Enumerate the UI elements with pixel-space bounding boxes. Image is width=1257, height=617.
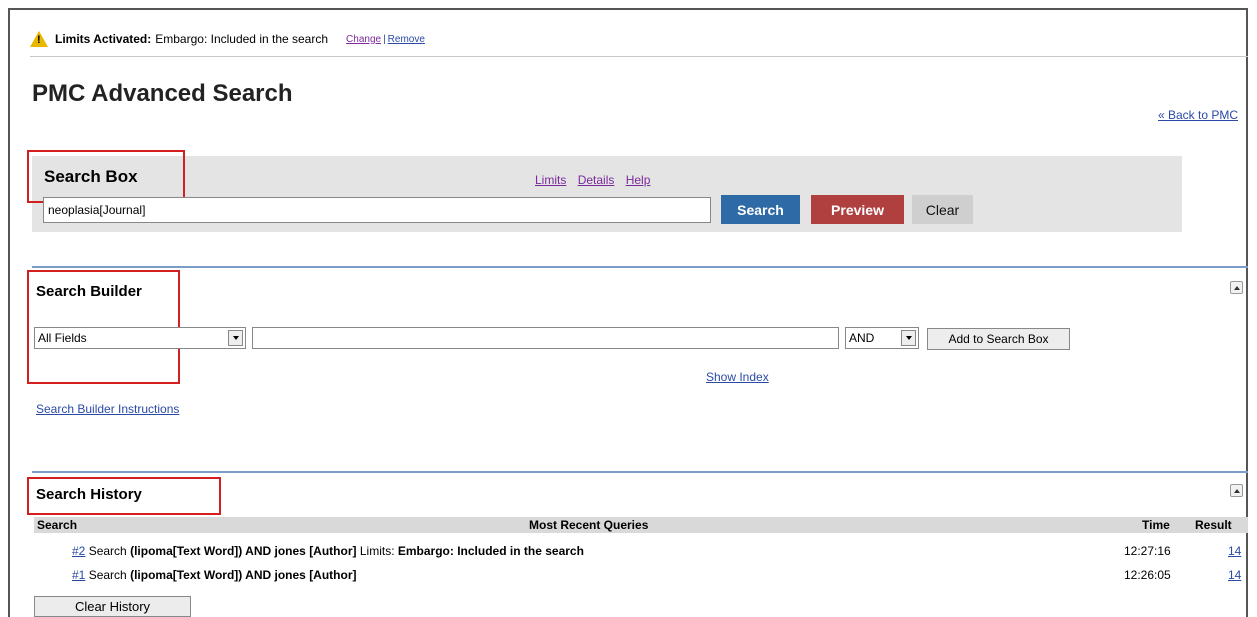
history-result-link[interactable]: 14 (1228, 544, 1241, 558)
history-query: (lipoma[Text Word]) AND jones [Author] (130, 544, 357, 558)
history-id-link[interactable]: #2 (72, 544, 85, 558)
col-most-recent-queries: Most Recent Queries (529, 518, 649, 532)
field-select[interactable]: All Fields (34, 327, 246, 349)
operator-select[interactable]: AND (845, 327, 919, 349)
history-prefix: Search (88, 544, 127, 558)
history-table-header: Search Most Recent Queries Time Result (34, 517, 1248, 533)
search-builder-divider (32, 266, 1248, 268)
limits-text: Embargo: Included in the search (155, 32, 329, 46)
col-search: Search (37, 518, 78, 532)
preview-button[interactable]: Preview (811, 195, 904, 224)
details-link[interactable]: Details (578, 173, 615, 187)
search-history-highlight (27, 477, 221, 515)
search-builder-instructions-link[interactable]: Search Builder Instructions (36, 402, 179, 416)
table-row: #2 Search (lipoma[Text Word]) AND jones … (72, 544, 584, 558)
chevron-down-icon (901, 330, 916, 346)
search-button[interactable]: Search (721, 195, 800, 224)
warning-icon: ! (30, 31, 48, 47)
limits-separator: | (383, 33, 386, 45)
clear-button[interactable]: Clear (912, 195, 973, 224)
help-link[interactable]: Help (626, 173, 651, 187)
limits-bar: ! Limits Activated: Embargo: Included in… (30, 31, 425, 47)
field-select-value: All Fields (38, 331, 87, 345)
page-title: PMC Advanced Search (32, 80, 293, 107)
history-limits-label: Limits: (359, 544, 395, 558)
history-result-link[interactable]: 14 (1228, 568, 1241, 582)
add-to-search-box-button[interactable]: Add to Search Box (927, 328, 1070, 350)
collapse-history-icon[interactable] (1230, 484, 1243, 497)
search-query-input[interactable] (43, 197, 711, 223)
history-limits: Embargo: Included in the search (397, 544, 584, 558)
change-limits-link[interactable]: Change (346, 34, 381, 45)
remove-limits-link[interactable]: Remove (388, 34, 425, 45)
history-time: 12:27:16 (1124, 544, 1171, 558)
history-id-link[interactable]: #1 (72, 568, 85, 582)
col-result: Result (1195, 518, 1232, 532)
limits-label: Limits Activated: (55, 32, 152, 46)
limits-divider (30, 56, 1248, 57)
chevron-down-icon (228, 330, 243, 346)
history-prefix: Search (88, 568, 127, 582)
search-box-highlight (27, 150, 185, 203)
show-index-link[interactable]: Show Index (706, 370, 769, 384)
table-row: #1 Search (lipoma[Text Word]) AND jones … (72, 568, 357, 582)
search-history-divider (32, 471, 1248, 473)
builder-term-input[interactable] (252, 327, 839, 349)
back-to-pmc-link[interactable]: « Back to PMC (1158, 108, 1238, 122)
history-time: 12:26:05 (1124, 568, 1171, 582)
operator-select-value: AND (849, 331, 875, 345)
limits-link[interactable]: Limits (535, 173, 566, 187)
search-box-links: Limits Details Help (535, 173, 658, 187)
history-query: (lipoma[Text Word]) AND jones [Author] (130, 568, 357, 582)
col-time: Time (1142, 518, 1170, 532)
clear-history-button[interactable]: Clear History (34, 596, 191, 617)
collapse-builder-icon[interactable] (1230, 281, 1243, 294)
